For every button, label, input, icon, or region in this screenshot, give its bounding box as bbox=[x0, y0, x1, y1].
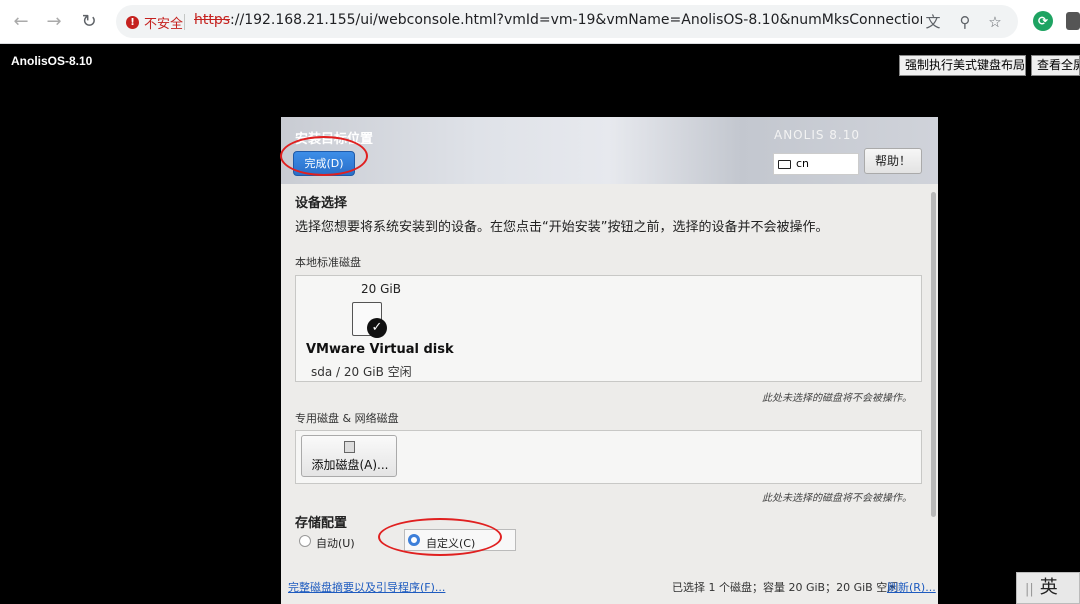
keyboard-layout-indicator[interactable]: cn bbox=[773, 153, 859, 175]
selected-check-icon: ✓ bbox=[367, 318, 387, 338]
warning-icon: ! bbox=[126, 15, 139, 29]
storage-config-title: 存储配置 bbox=[295, 516, 348, 531]
fullscreen-button[interactable]: 查看全屏 bbox=[1031, 55, 1080, 76]
security-indicator[interactable]: ! 不安全 bbox=[126, 12, 183, 32]
keyboard-icon bbox=[778, 159, 791, 169]
url-text[interactable]: https://192.168.21.155/ui/webconsole.htm… bbox=[194, 12, 922, 28]
local-disks-note: 此处未选择的磁盘将不会被操作。 bbox=[762, 393, 912, 404]
security-label: 不安全 bbox=[144, 16, 184, 32]
forward-icon[interactable]: → bbox=[41, 9, 67, 35]
add-disk-label: 添加磁盘(A)... bbox=[311, 458, 389, 472]
selection-status: 已选择 1 个磁盘；容量 20 GiB；20 GiB 空闲 bbox=[672, 581, 899, 594]
ime-indicator[interactable]: || 英 bbox=[1016, 572, 1080, 604]
url-rest: ://192.168.21.155/ui/webconsole.html?vmI… bbox=[230, 12, 922, 28]
disk-info: sda / 20 GiB 空闲 bbox=[311, 365, 412, 379]
local-disks-heading: 本地标准磁盘 bbox=[295, 256, 361, 269]
local-disks-panel: 20 GiB ✓ VMware Virtual disk sda / 20 Gi… bbox=[295, 275, 922, 382]
annotation-circle-done bbox=[280, 136, 368, 176]
force-us-keyboard-button[interactable]: 强制执行美式键盘布局 bbox=[899, 55, 1026, 76]
help-button[interactable]: 帮助！ bbox=[864, 148, 922, 174]
ime-mode: 英 bbox=[1039, 577, 1058, 598]
zoom-icon[interactable]: ⚲ bbox=[954, 11, 976, 33]
full-disk-summary-link[interactable]: 完整磁盘摘要以及引导程序(F)... bbox=[288, 579, 445, 595]
special-disks-heading: 专用磁盘 & 网络磁盘 bbox=[295, 412, 399, 425]
divider bbox=[184, 14, 185, 30]
refresh-link[interactable]: 刷新(R)... bbox=[887, 579, 936, 595]
extension-icon-2[interactable] bbox=[1066, 12, 1080, 30]
extension-icon[interactable]: ⟳ bbox=[1033, 11, 1053, 31]
special-disks-note: 此处未选择的磁盘将不会被操作。 bbox=[762, 493, 912, 504]
disk-small-icon bbox=[344, 441, 355, 453]
keyboard-layout-label: cn bbox=[796, 157, 810, 170]
bookmark-star-icon[interactable]: ☆ bbox=[984, 11, 1006, 33]
disk-name: VMware Virtual disk bbox=[306, 342, 454, 357]
browser-toolbar: ← → ↻ ! 不安全 https://192.168.21.155/ui/we… bbox=[0, 0, 1080, 44]
add-disk-button[interactable]: 添加磁盘(A)... bbox=[301, 435, 397, 477]
disk-sda[interactable]: 20 GiB ✓ VMware Virtual disk sda / 20 Gi… bbox=[296, 276, 454, 379]
auto-radio[interactable] bbox=[299, 535, 311, 547]
device-selection-title: 设备选择 bbox=[295, 196, 348, 211]
reload-icon[interactable]: ↻ bbox=[76, 9, 102, 35]
translate-icon[interactable]: 文 bbox=[922, 11, 944, 33]
scrollbar[interactable] bbox=[931, 192, 936, 517]
disk-size: 20 GiB bbox=[361, 282, 401, 296]
installer-header: 安装目标位置 ANOLIS 8.10 完成(D) cn 帮助！ bbox=[281, 117, 938, 184]
address-bar[interactable]: ! 不安全 https://192.168.21.155/ui/webconso… bbox=[116, 5, 1018, 38]
ime-handle-icon: || bbox=[1025, 582, 1034, 597]
auto-radio-label[interactable]: 自动(U) bbox=[316, 535, 355, 551]
device-selection-description: 选择您想要将系统安装到的设备。在您点击“开始安装”按钮之前，选择的设备并不会被操… bbox=[295, 220, 829, 235]
annotation-circle-custom bbox=[378, 518, 502, 556]
back-icon[interactable]: ← bbox=[8, 9, 34, 35]
vm-title: AnolisOS-8.10 bbox=[11, 54, 93, 68]
url-scheme: https bbox=[194, 12, 231, 28]
distro-name: ANOLIS 8.10 bbox=[774, 128, 861, 142]
